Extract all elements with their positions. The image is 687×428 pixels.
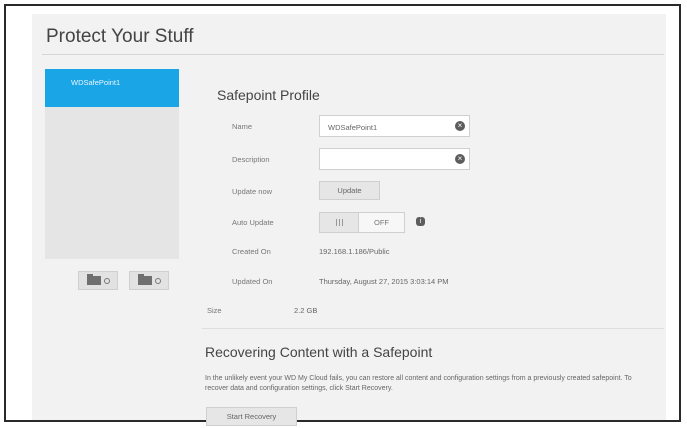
section-divider: [202, 328, 664, 329]
folder-icon: [86, 274, 101, 285]
created-on-value: 192.168.1.186/Public: [319, 247, 390, 256]
content-panel: Protect Your Stuff WDSafePoint1 Safepoin…: [32, 14, 666, 426]
clear-circle-icon[interactable]: ×: [455, 121, 465, 131]
add-safepoint-button[interactable]: [78, 271, 118, 290]
safepoint-item[interactable]: WDSafePoint1: [45, 69, 179, 107]
clear-circle-icon[interactable]: ×: [455, 154, 465, 164]
info-icon[interactable]: i: [416, 217, 425, 226]
safepoint-profile-title: Safepoint Profile: [217, 87, 320, 103]
recovery-title: Recovering Content with a Safepoint: [205, 344, 433, 360]
auto-update-label: Auto Update: [232, 218, 274, 227]
start-recovery-button[interactable]: Start Recovery: [206, 407, 297, 426]
description-field[interactable]: [319, 148, 470, 170]
auto-update-toggle[interactable]: OFF: [319, 212, 405, 233]
window-frame: Protect Your Stuff WDSafePoint1 Safepoin…: [4, 4, 681, 426]
gear-icon: [103, 277, 110, 284]
folder-icon: [137, 274, 152, 285]
name-field-value: WDSafePoint1: [328, 123, 378, 132]
name-field[interactable]: WDSafePoint1: [319, 115, 470, 137]
update-now-label: Update now: [232, 187, 273, 196]
update-button[interactable]: Update: [319, 181, 380, 200]
size-label: Size: [207, 306, 222, 315]
recovery-description: In the unlikely event your WD My Cloud f…: [205, 375, 632, 392]
updated-on-value: Thursday, August 27, 2015 3:03:14 PM: [319, 277, 449, 286]
created-on-label: Created On: [232, 247, 271, 256]
page-title: Protect Your Stuff: [46, 26, 194, 47]
safepoint-list: WDSafePoint1: [45, 69, 179, 259]
toggle-knob: [320, 213, 359, 232]
toggle-state: OFF: [374, 218, 389, 227]
description-label: Description: [232, 155, 270, 164]
name-label: Name: [232, 122, 253, 131]
title-divider: [42, 54, 664, 55]
updated-on-label: Updated On: [232, 277, 273, 286]
manage-safepoint-button[interactable]: [129, 271, 169, 290]
gear-icon: [154, 277, 161, 284]
size-value: 2.2 GB: [294, 306, 318, 315]
